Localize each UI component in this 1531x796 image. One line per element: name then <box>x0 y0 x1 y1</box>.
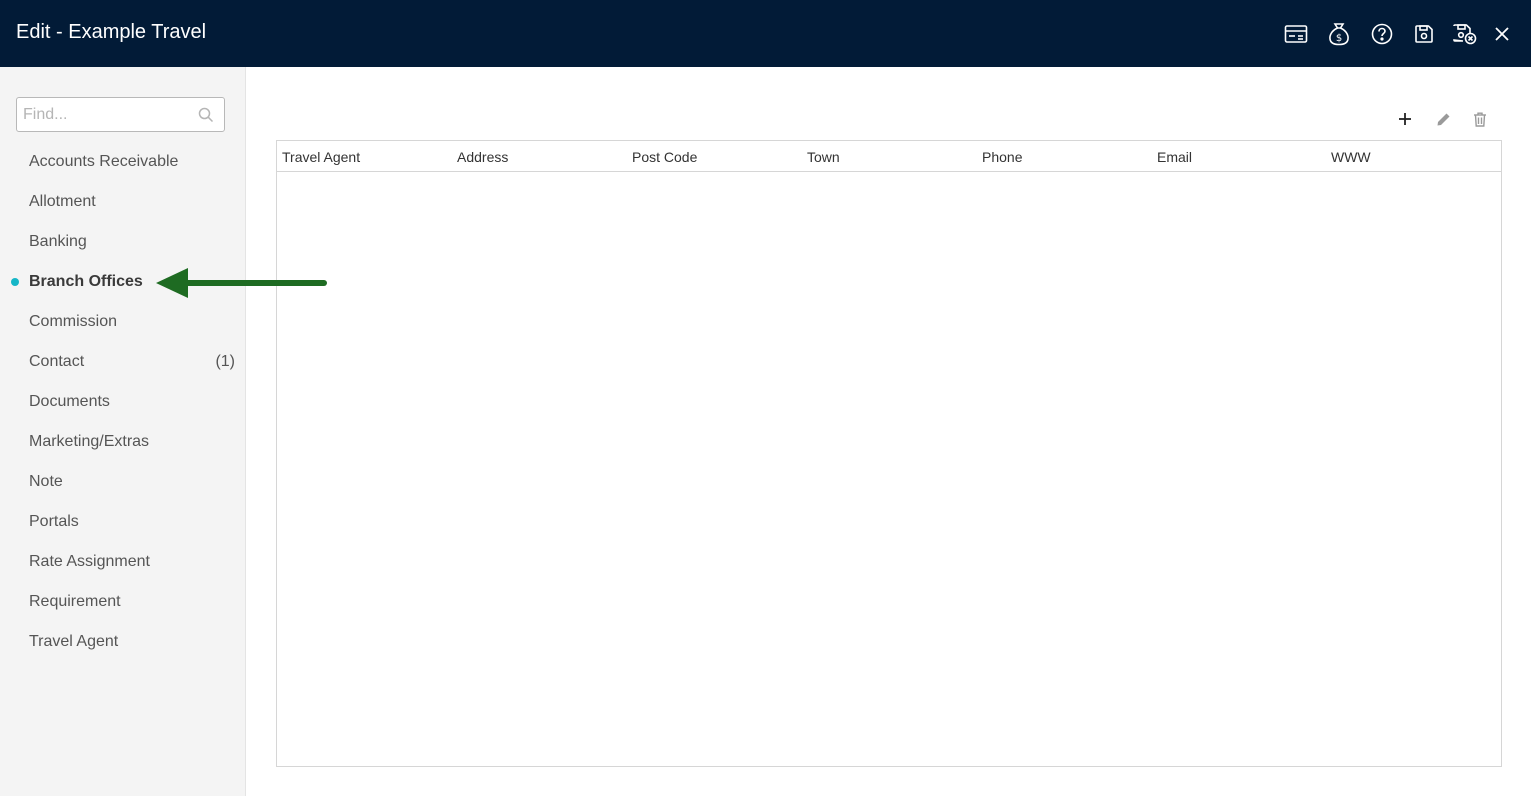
delete-button[interactable] <box>1469 108 1491 130</box>
delete-icon <box>1474 112 1486 127</box>
card-icon[interactable] <box>1283 21 1309 47</box>
sidebar-item-label: Allotment <box>29 193 96 210</box>
sidebar-item-marketing-extras[interactable]: Marketing/Extras <box>0 426 246 458</box>
title-bar: Edit - Example Travel $ <box>0 0 1531 67</box>
sidebar-item-travel-agent[interactable]: Travel Agent <box>0 626 246 658</box>
sidebar-item-allotment[interactable]: Allotment <box>0 186 246 218</box>
annotation-arrow-icon <box>156 268 327 298</box>
sidebar-item-label: Commission <box>29 313 118 330</box>
sidebar-item-label: Portals <box>29 513 79 530</box>
sidebar-item-banking[interactable]: Banking <box>0 226 246 258</box>
grid-header: Travel Agent Address Post Code Town Phon… <box>277 141 1501 172</box>
sidebar-item-label: Banking <box>29 233 87 250</box>
sidebar-item-label: Requirement <box>29 593 121 610</box>
column-header-address[interactable]: Address <box>457 148 508 166</box>
sidebar-item-label: Note <box>29 473 63 490</box>
sidebar-item-label: Documents <box>29 393 110 410</box>
svg-text:$: $ <box>1336 33 1342 44</box>
active-indicator-dot <box>11 278 19 286</box>
window-title: Edit - Example Travel <box>16 21 207 43</box>
column-header-phone[interactable]: Phone <box>982 148 1022 166</box>
sidebar-item-rate-assignment[interactable]: Rate Assignment <box>0 546 246 578</box>
sidebar-item-portals[interactable]: Portals <box>0 506 246 538</box>
help-icon[interactable] <box>1369 21 1395 47</box>
sidebar-item-label: Branch Offices <box>29 273 143 290</box>
sidebar-item-commission[interactable]: Commission <box>0 306 246 338</box>
search-icon[interactable] <box>198 107 214 123</box>
money-bag-icon[interactable]: $ <box>1326 21 1352 47</box>
column-header-post-code[interactable]: Post Code <box>632 148 697 166</box>
sidebar-item-label: Contact <box>29 353 85 370</box>
sidebar-item-label: Travel Agent <box>29 633 119 650</box>
add-button[interactable] <box>1394 108 1416 130</box>
save-icon[interactable] <box>1411 21 1437 47</box>
add-icon <box>1399 113 1411 125</box>
sidebar-item-label: Marketing/Extras <box>29 433 150 450</box>
search-input[interactable] <box>23 104 193 126</box>
sidebar-item-count: (1) <box>215 353 235 370</box>
sidebar: Accounts Receivable Allotment Banking Br… <box>0 67 246 796</box>
sidebar-item-documents[interactable]: Documents <box>0 386 246 418</box>
sidebar-item-note[interactable]: Note <box>0 466 246 498</box>
sidebar-item-accounts-receivable[interactable]: Accounts Receivable <box>0 146 246 178</box>
edit-icon <box>1437 113 1449 125</box>
sidebar-item-contact[interactable]: Contact (1) <box>0 346 246 378</box>
save-close-icon[interactable] <box>1452 21 1478 47</box>
close-icon[interactable] <box>1489 21 1515 47</box>
column-header-travel-agent[interactable]: Travel Agent <box>282 148 360 166</box>
sidebar-item-label: Accounts Receivable <box>29 153 179 170</box>
column-header-www[interactable]: WWW <box>1331 148 1371 166</box>
search-box <box>16 97 225 132</box>
edit-button[interactable] <box>1432 108 1454 130</box>
column-header-town[interactable]: Town <box>807 148 840 166</box>
branch-offices-grid: Travel Agent Address Post Code Town Phon… <box>276 140 1502 767</box>
sidebar-item-label: Rate Assignment <box>29 553 150 570</box>
column-header-email[interactable]: Email <box>1157 148 1192 166</box>
sidebar-item-requirement[interactable]: Requirement <box>0 586 246 618</box>
